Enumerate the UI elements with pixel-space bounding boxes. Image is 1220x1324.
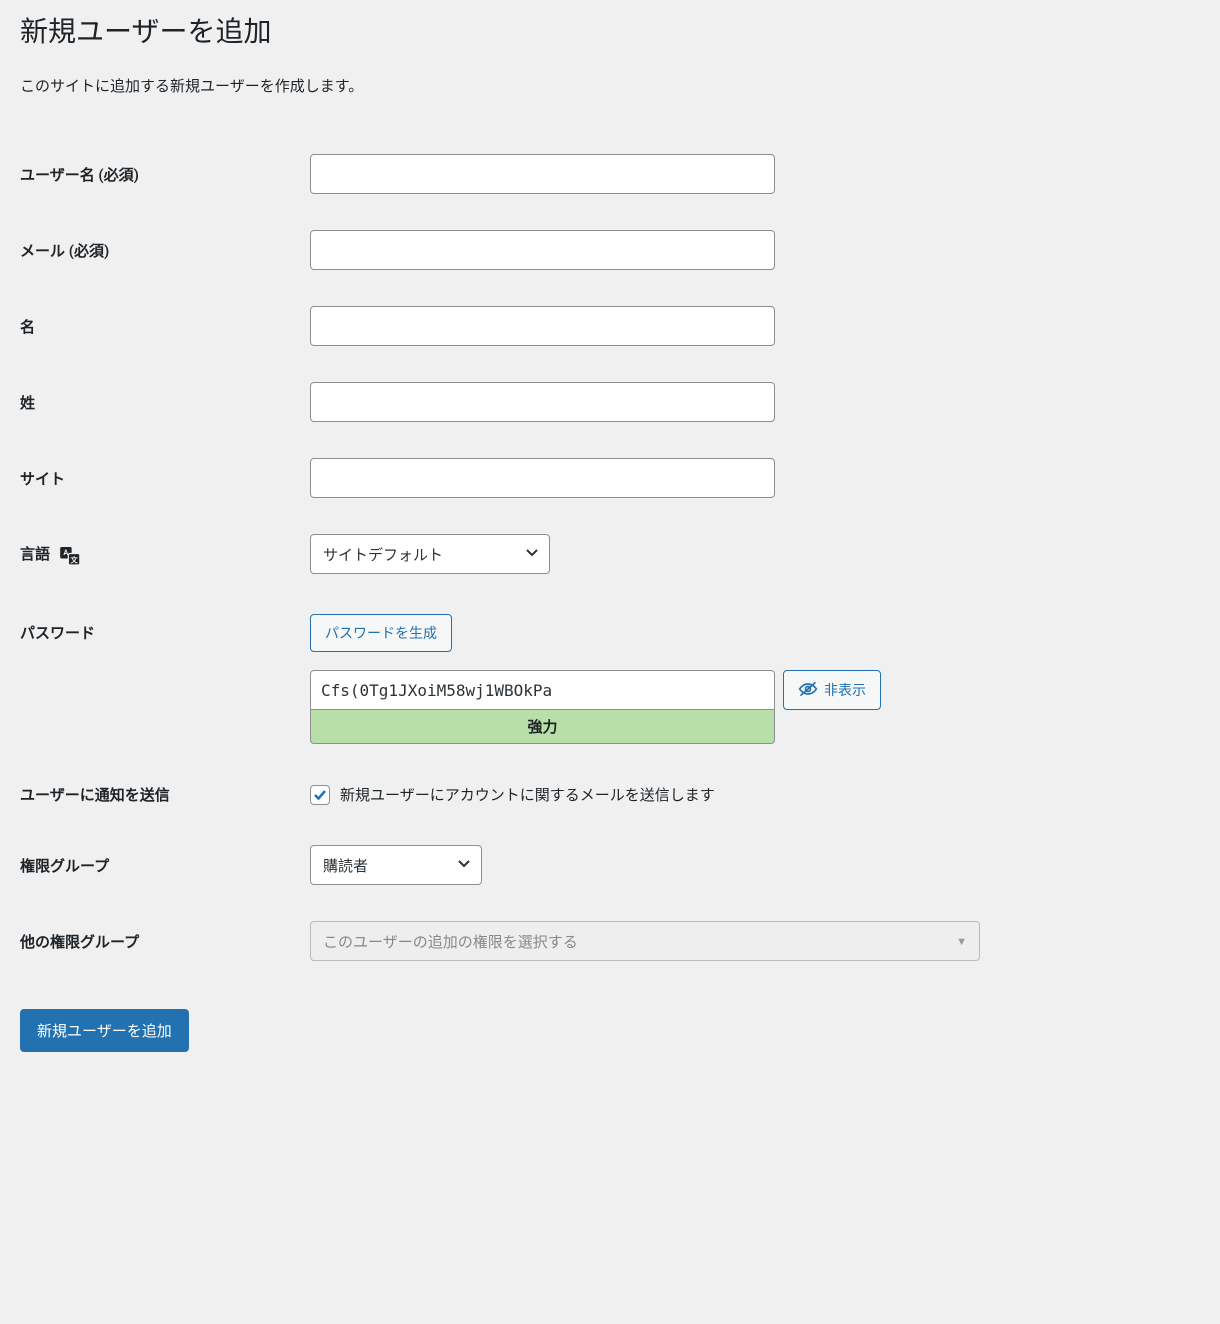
add-user-form: ユーザー名 (必須) メール (必須) 名 姓 サイト <box>20 136 1200 979</box>
hide-password-button[interactable]: 非表示 <box>783 670 881 710</box>
add-user-submit-button[interactable]: 新規ユーザーを追加 <box>20 1009 189 1052</box>
last-name-input[interactable] <box>310 382 775 422</box>
last-name-label: 姓 <box>20 364 310 440</box>
language-select-value: サイトデフォルト <box>323 544 443 565</box>
eye-slash-icon <box>798 680 818 701</box>
page-description: このサイトに追加する新規ユーザーを作成します。 <box>20 75 1200 96</box>
first-name-label: 名 <box>20 288 310 364</box>
send-notification-checkbox-label: 新規ユーザーにアカウントに関するメールを送信します <box>340 784 715 805</box>
send-notification-label: ユーザーに通知を送信 <box>20 762 310 827</box>
website-input[interactable] <box>310 458 775 498</box>
other-roles-select[interactable]: このユーザーの追加の権限を選択する ▼ <box>310 921 980 961</box>
password-label: パスワード <box>20 592 310 762</box>
role-select-value: 購読者 <box>323 855 368 876</box>
username-input[interactable] <box>310 154 775 194</box>
password-input[interactable] <box>310 670 775 710</box>
other-roles-placeholder: このユーザーの追加の権限を選択する <box>323 931 578 952</box>
send-notification-checkbox[interactable] <box>310 785 330 805</box>
role-label: 権限グループ <box>20 827 310 903</box>
role-select[interactable]: 購読者 <box>310 845 482 885</box>
svg-text:A: A <box>63 548 68 557</box>
email-input[interactable] <box>310 230 775 270</box>
email-label: メール (必須) <box>20 212 310 288</box>
hide-password-label: 非表示 <box>824 680 866 700</box>
password-strength-meter: 強力 <box>310 710 775 744</box>
other-roles-label: 他の権限グループ <box>20 903 310 979</box>
first-name-input[interactable] <box>310 306 775 346</box>
triangle-down-icon: ▼ <box>956 935 967 948</box>
language-select[interactable]: サイトデフォルト <box>310 534 550 574</box>
generate-password-button[interactable]: パスワードを生成 <box>310 614 452 652</box>
svg-text:文: 文 <box>69 555 78 564</box>
username-label: ユーザー名 (必須) <box>20 136 310 212</box>
language-label: 言語 <box>20 545 50 563</box>
website-label: サイト <box>20 440 310 516</box>
translate-icon: A 文 <box>60 547 80 565</box>
page-title: 新規ユーザーを追加 <box>20 10 1200 50</box>
